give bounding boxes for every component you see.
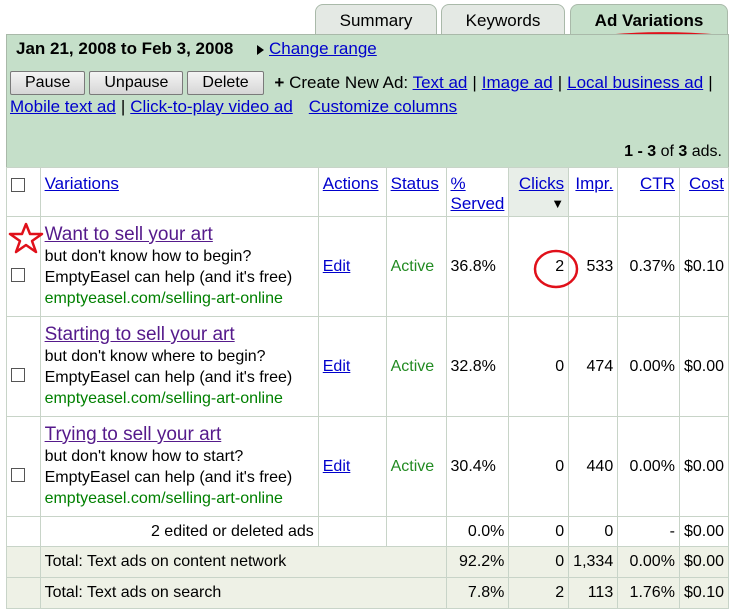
total-label: Total: Text ads on content network bbox=[39, 546, 447, 578]
status-badge: Active bbox=[385, 416, 447, 517]
pause-button[interactable]: Pause bbox=[10, 71, 86, 95]
served-value: 0.0% bbox=[445, 516, 510, 547]
ad-line2: EmptyEasel can help (and it's free) bbox=[44, 469, 293, 486]
ad-display-url: emptyeasel.com/selling-art-online bbox=[44, 490, 283, 507]
sort-down-icon: ▼ bbox=[551, 196, 565, 211]
select-all-checkbox[interactable] bbox=[11, 178, 25, 192]
result-count: 1 - 3 of 3 ads. bbox=[624, 143, 722, 160]
served-value: 92.2% bbox=[445, 546, 510, 578]
col-pct-served[interactable]: % Served bbox=[451, 174, 505, 213]
row-checkbox[interactable] bbox=[11, 268, 25, 282]
link-row: Mobile text ad | Click-to-play video ad Cus… bbox=[10, 97, 457, 117]
create-new-ad-label: Create New Ad: bbox=[289, 73, 409, 92]
change-range-link[interactable]: Change range bbox=[257, 39, 377, 59]
status-badge: Active bbox=[385, 316, 447, 417]
create-new-ad: + Create New Ad: Text ad | Image ad | Local … bbox=[274, 73, 717, 93]
ctr-value: 0.00% bbox=[617, 546, 680, 578]
tab-summary[interactable]: Summary bbox=[315, 4, 437, 38]
col-cost[interactable]: Cost bbox=[689, 174, 724, 193]
separator: | bbox=[708, 73, 713, 92]
click-to-play-video-ad-link[interactable]: Click-to-play video ad bbox=[130, 97, 293, 116]
col-clicks[interactable]: Clicks bbox=[519, 174, 564, 193]
ad-headline[interactable]: Starting to sell your art bbox=[45, 324, 235, 345]
clicks-value: 2 bbox=[508, 577, 570, 609]
triangle-right-icon bbox=[257, 44, 264, 55]
ctr-value: - bbox=[617, 516, 680, 547]
edit-link[interactable]: Edit bbox=[323, 258, 351, 275]
change-range-label[interactable]: Change range bbox=[269, 39, 377, 58]
delete-button[interactable]: Delete bbox=[187, 71, 264, 95]
ad-headline[interactable]: Want to sell your art bbox=[45, 224, 213, 245]
row-checkbox[interactable] bbox=[11, 368, 25, 382]
ctr-value: 0.37% bbox=[617, 216, 680, 317]
total-label: Total: Text ads on search bbox=[39, 577, 447, 609]
impr-value: 474 bbox=[568, 316, 619, 417]
mobile-text-ad-link[interactable]: Mobile text ad bbox=[10, 97, 116, 116]
ad-line1: but don't know how to start? bbox=[44, 448, 244, 465]
ad-line1: but don't know where to begin? bbox=[44, 348, 266, 365]
customize-columns-link[interactable]: Customize columns bbox=[309, 97, 457, 116]
text-ad-link[interactable]: Text ad bbox=[413, 73, 468, 92]
separator: | bbox=[557, 73, 563, 92]
row-checkbox[interactable] bbox=[11, 468, 25, 482]
served-value: 7.8% bbox=[445, 577, 510, 609]
col-actions[interactable]: Actions bbox=[323, 174, 379, 193]
date-range: Jan 21, 2008 to Feb 3, 2008 bbox=[16, 39, 234, 58]
served-value: 30.4% bbox=[445, 416, 510, 517]
cost-value: $0.00 bbox=[678, 416, 730, 517]
table-header: Variations Actions Status % Served Clicks… bbox=[6, 167, 730, 217]
cost-value: $0.00 bbox=[678, 546, 730, 578]
served-value: 36.8% bbox=[445, 216, 510, 317]
controls-panel: Jan 21, 2008 to Feb 3, 2008 Change range… bbox=[6, 34, 729, 168]
ctr-value: 0.00% bbox=[617, 316, 680, 417]
impr-value: 113 bbox=[568, 577, 619, 609]
cost-value: $0.00 bbox=[678, 316, 730, 417]
ad-line2: EmptyEasel can help (and it's free) bbox=[44, 269, 293, 286]
status-badge: Active bbox=[385, 216, 447, 317]
image-ad-link[interactable]: Image ad bbox=[482, 73, 553, 92]
table-row: Starting to sell your art but don't know… bbox=[6, 316, 730, 417]
button-row: Pause Unpause Delete + Create New Ad: Text… bbox=[10, 71, 718, 95]
clicks-value: 0 bbox=[508, 316, 570, 417]
unpause-button[interactable]: Unpause bbox=[89, 71, 184, 95]
edit-link[interactable]: Edit bbox=[323, 458, 351, 475]
total-row: Total: Text ads on search 7.8% 2 113 1.7… bbox=[6, 577, 730, 609]
red-star-annotation bbox=[8, 222, 44, 254]
edit-link[interactable]: Edit bbox=[323, 358, 351, 375]
col-ctr[interactable]: CTR bbox=[640, 174, 675, 193]
clicks-value: 0 bbox=[508, 516, 570, 547]
table-row: Want to sell your art but don't know how… bbox=[6, 216, 730, 317]
local-business-ad-link[interactable]: Local business ad bbox=[567, 73, 703, 92]
ad-display-url: emptyeasel.com/selling-art-online bbox=[44, 390, 283, 407]
clicks-value: 0 bbox=[508, 546, 570, 578]
impr-value: 440 bbox=[568, 416, 619, 517]
ctr-value: 1.76% bbox=[617, 577, 680, 609]
cost-value: $0.00 bbox=[678, 516, 730, 547]
clicks-value: 0 bbox=[508, 416, 570, 517]
col-status[interactable]: Status bbox=[391, 174, 439, 193]
edited-deleted-row: 2 edited or deleted ads 0.0% 0 0 - $0.00 bbox=[6, 516, 730, 547]
col-variations[interactable]: Variations bbox=[45, 174, 119, 193]
ad-line2: EmptyEasel can help (and it's free) bbox=[44, 369, 293, 386]
ad-display-url: emptyeasel.com/selling-art-online bbox=[44, 290, 283, 307]
separator: | bbox=[472, 73, 477, 92]
ad-headline[interactable]: Trying to sell your art bbox=[45, 424, 222, 445]
edited-label: 2 edited or deleted ads bbox=[39, 516, 319, 547]
cost-value: $0.10 bbox=[678, 577, 730, 609]
tab-keywords[interactable]: Keywords bbox=[441, 4, 565, 38]
cost-value: $0.10 bbox=[678, 216, 730, 317]
total-row: Total: Text ads on content network 92.2%… bbox=[6, 546, 730, 578]
impr-value: 1,334 bbox=[568, 546, 619, 578]
separator: | bbox=[120, 97, 126, 116]
table-row: Trying to sell your art but don't know h… bbox=[6, 416, 730, 517]
red-circle-annotation bbox=[533, 249, 579, 289]
ad-line1: but don't know how to begin? bbox=[44, 248, 252, 265]
col-impr[interactable]: Impr. bbox=[575, 174, 613, 193]
plus-icon: + bbox=[274, 73, 285, 92]
ctr-value: 0.00% bbox=[617, 416, 680, 517]
impr-value: 0 bbox=[568, 516, 619, 547]
ads-table: Variations Actions Status % Served Clicks… bbox=[6, 167, 730, 609]
served-value: 32.8% bbox=[445, 316, 510, 417]
